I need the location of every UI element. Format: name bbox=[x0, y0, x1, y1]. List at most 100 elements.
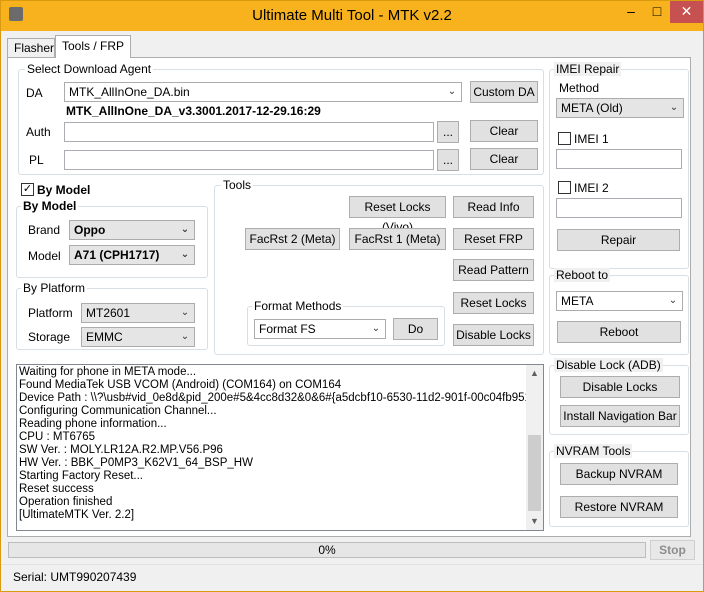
storage-label: Storage bbox=[28, 330, 71, 344]
method-select-value: META (Old) bbox=[561, 101, 623, 115]
format-methods-title: Format Methods bbox=[252, 299, 344, 313]
da-label: DA bbox=[26, 86, 43, 100]
pl-clear-button[interactable]: Clear bbox=[470, 148, 538, 170]
progress-bar: 0% bbox=[8, 542, 646, 558]
repair-button[interactable]: Repair bbox=[557, 229, 680, 251]
by-model-checkbox[interactable]: ✓ bbox=[21, 183, 34, 196]
title-bar[interactable]: Ultimate Multi Tool - MTK v2.2 – □ ✕ bbox=[1, 1, 703, 31]
log-line: Configuring Communication Channel... bbox=[19, 405, 217, 417]
by-platform-group: By Platform Platform MT2601 ⌄ Storage EM… bbox=[16, 281, 208, 350]
imei-repair-title: IMEI Repair bbox=[554, 62, 622, 76]
reboot-button[interactable]: Reboot bbox=[557, 321, 681, 343]
facrst2-meta-button[interactable]: FacRst 2 (Meta) bbox=[245, 228, 340, 250]
install-navigation-bar-button[interactable]: Install Navigation Bar bbox=[560, 405, 680, 427]
by-platform-group-title: By Platform bbox=[21, 281, 88, 295]
log-line: Found MediaTek USB VCOM (Android) (COM16… bbox=[19, 379, 342, 391]
brand-select-value: Oppo bbox=[74, 223, 106, 237]
facrst1-meta-button[interactable]: FacRst 1 (Meta) bbox=[349, 228, 446, 250]
log-scrollbar[interactable]: ▲ ▼ bbox=[526, 365, 543, 530]
da-select-value: MTK_AllInOne_DA.bin bbox=[69, 85, 190, 99]
read-pattern-button[interactable]: Read Pattern bbox=[453, 259, 534, 281]
platform-select[interactable]: MT2601 ⌄ bbox=[81, 303, 195, 323]
restore-nvram-button[interactable]: Restore NVRAM bbox=[560, 496, 678, 518]
download-agent-group-title: Select Download Agent bbox=[25, 62, 154, 76]
window-title: Ultimate Multi Tool - MTK v2.2 bbox=[252, 7, 452, 24]
storage-select-value: EMMC bbox=[86, 330, 123, 344]
backup-nvram-button[interactable]: Backup NVRAM bbox=[560, 463, 678, 485]
reset-locks-vivo-button[interactable]: Reset Locks (Vivo) bbox=[349, 196, 446, 234]
auth-clear-button[interactable]: Clear bbox=[470, 120, 538, 142]
app-window: Ultimate Multi Tool - MTK v2.2 – □ ✕ Fla… bbox=[0, 0, 704, 592]
chevron-down-icon: ⌄ bbox=[669, 102, 679, 113]
chevron-down-icon: ⌄ bbox=[180, 224, 190, 235]
scroll-thumb[interactable] bbox=[528, 435, 541, 511]
status-bar: Serial: UMT990207439 bbox=[1, 564, 703, 591]
chevron-down-icon: ⌄ bbox=[447, 86, 457, 97]
model-select[interactable]: A71 (CPH1717) ⌄ bbox=[69, 245, 195, 265]
model-label: Model bbox=[28, 249, 61, 263]
tab-flasher[interactable]: Flasher bbox=[7, 38, 55, 57]
disable-locks-button[interactable]: Disable Locks bbox=[453, 324, 534, 346]
log-line: Starting Factory Reset... bbox=[19, 470, 143, 482]
brand-label: Brand bbox=[28, 223, 61, 237]
log-line: Reading phone information... bbox=[19, 418, 167, 430]
imei1-label: IMEI 1 bbox=[574, 132, 609, 146]
format-methods-group: Format Methods Format FS ⌄ Do bbox=[247, 299, 445, 346]
format-select[interactable]: Format FS ⌄ bbox=[254, 319, 386, 339]
platform-label: Platform bbox=[28, 306, 73, 320]
method-select[interactable]: META (Old) ⌄ bbox=[556, 98, 684, 118]
reboot-group-title: Reboot to bbox=[554, 268, 611, 282]
reset-locks-button[interactable]: Reset Locks bbox=[453, 292, 534, 314]
chevron-down-icon: ⌄ bbox=[180, 249, 190, 260]
scroll-up-icon[interactable]: ▲ bbox=[526, 365, 543, 382]
custom-da-button[interactable]: Custom DA bbox=[470, 81, 538, 103]
right-column: IMEI Repair Method META (Old) ⌄ IMEI 1 I… bbox=[549, 61, 689, 269]
pl-browse-button[interactable]: ... bbox=[437, 149, 459, 171]
reboot-mode-value: META bbox=[561, 294, 594, 308]
read-info-button[interactable]: Read Info bbox=[453, 196, 534, 218]
nvram-tools-title: NVRAM Tools bbox=[554, 444, 633, 458]
log-line: HW Ver. : BBK_P0MP3_K62V1_64_BSP_HW bbox=[19, 457, 253, 469]
auth-field[interactable] bbox=[64, 122, 434, 142]
auth-browse-button[interactable]: ... bbox=[437, 121, 459, 143]
da-select[interactable]: MTK_AllInOne_DA.bin ⌄ bbox=[64, 82, 462, 102]
disable-lock-adb-title: Disable Lock (ADB) bbox=[554, 358, 663, 372]
chevron-down-icon: ⌄ bbox=[180, 307, 190, 318]
storage-select[interactable]: EMMC ⌄ bbox=[81, 327, 195, 347]
brand-select[interactable]: Oppo ⌄ bbox=[69, 220, 195, 240]
imei1-field[interactable] bbox=[556, 149, 682, 169]
imei2-checkbox[interactable] bbox=[558, 181, 571, 194]
adb-disable-locks-button[interactable]: Disable Locks bbox=[560, 376, 680, 398]
log-line: [UltimateMTK Ver. 2.2] bbox=[19, 509, 135, 521]
reboot-mode-select[interactable]: META ⌄ bbox=[556, 291, 683, 311]
scroll-down-icon[interactable]: ▼ bbox=[526, 513, 543, 530]
log-line: SW Ver. : MOLY.LR12A.R2.MP.V56.P96 bbox=[19, 444, 223, 456]
imei1-checkbox[interactable] bbox=[558, 132, 571, 145]
log-line: Reset success bbox=[19, 483, 94, 495]
close-icon[interactable]: ✕ bbox=[670, 1, 703, 23]
imei2-field[interactable] bbox=[556, 198, 682, 218]
disable-lock-adb-group: Disable Lock (ADB) Disable Locks Install… bbox=[549, 358, 689, 435]
minimize-icon[interactable]: – bbox=[618, 1, 644, 23]
log-output[interactable]: Waiting for phone in META mode... Found M… bbox=[16, 364, 544, 531]
stop-button[interactable]: Stop bbox=[650, 540, 695, 560]
log-line: Device Path : \\?\usb#vid_0e8d&pid_200e#… bbox=[19, 392, 527, 404]
tools-group: Tools Reset Locks (Vivo) Read Info FacRs… bbox=[214, 178, 544, 355]
tab-tools-frp[interactable]: Tools / FRP bbox=[55, 35, 131, 58]
reboot-group: Reboot to META ⌄ Reboot bbox=[549, 268, 689, 355]
pl-field[interactable] bbox=[64, 150, 434, 170]
reset-frp-button[interactable]: Reset FRP bbox=[453, 228, 534, 250]
chevron-down-icon: ⌄ bbox=[371, 323, 381, 334]
log-line: Waiting for phone in META mode... bbox=[19, 366, 197, 378]
serial-text: Serial: UMT990207439 bbox=[13, 570, 137, 584]
pl-label: PL bbox=[29, 153, 44, 167]
da-version-text: MTK_AllInOne_DA_v3.3001.2017-12-29.16:29 bbox=[66, 104, 321, 118]
by-model-checkbox-label: By Model bbox=[37, 183, 91, 197]
maximize-icon[interactable]: □ bbox=[644, 1, 670, 23]
do-button[interactable]: Do bbox=[393, 318, 438, 340]
download-agent-group: Select Download Agent DA MTK_AllInOne_DA… bbox=[18, 62, 544, 175]
auth-label: Auth bbox=[26, 125, 51, 139]
chevron-down-icon: ⌄ bbox=[668, 295, 678, 306]
nvram-tools-group: NVRAM Tools Backup NVRAM Restore NVRAM bbox=[549, 444, 689, 527]
log-line: CPU : MT6765 bbox=[19, 431, 96, 443]
